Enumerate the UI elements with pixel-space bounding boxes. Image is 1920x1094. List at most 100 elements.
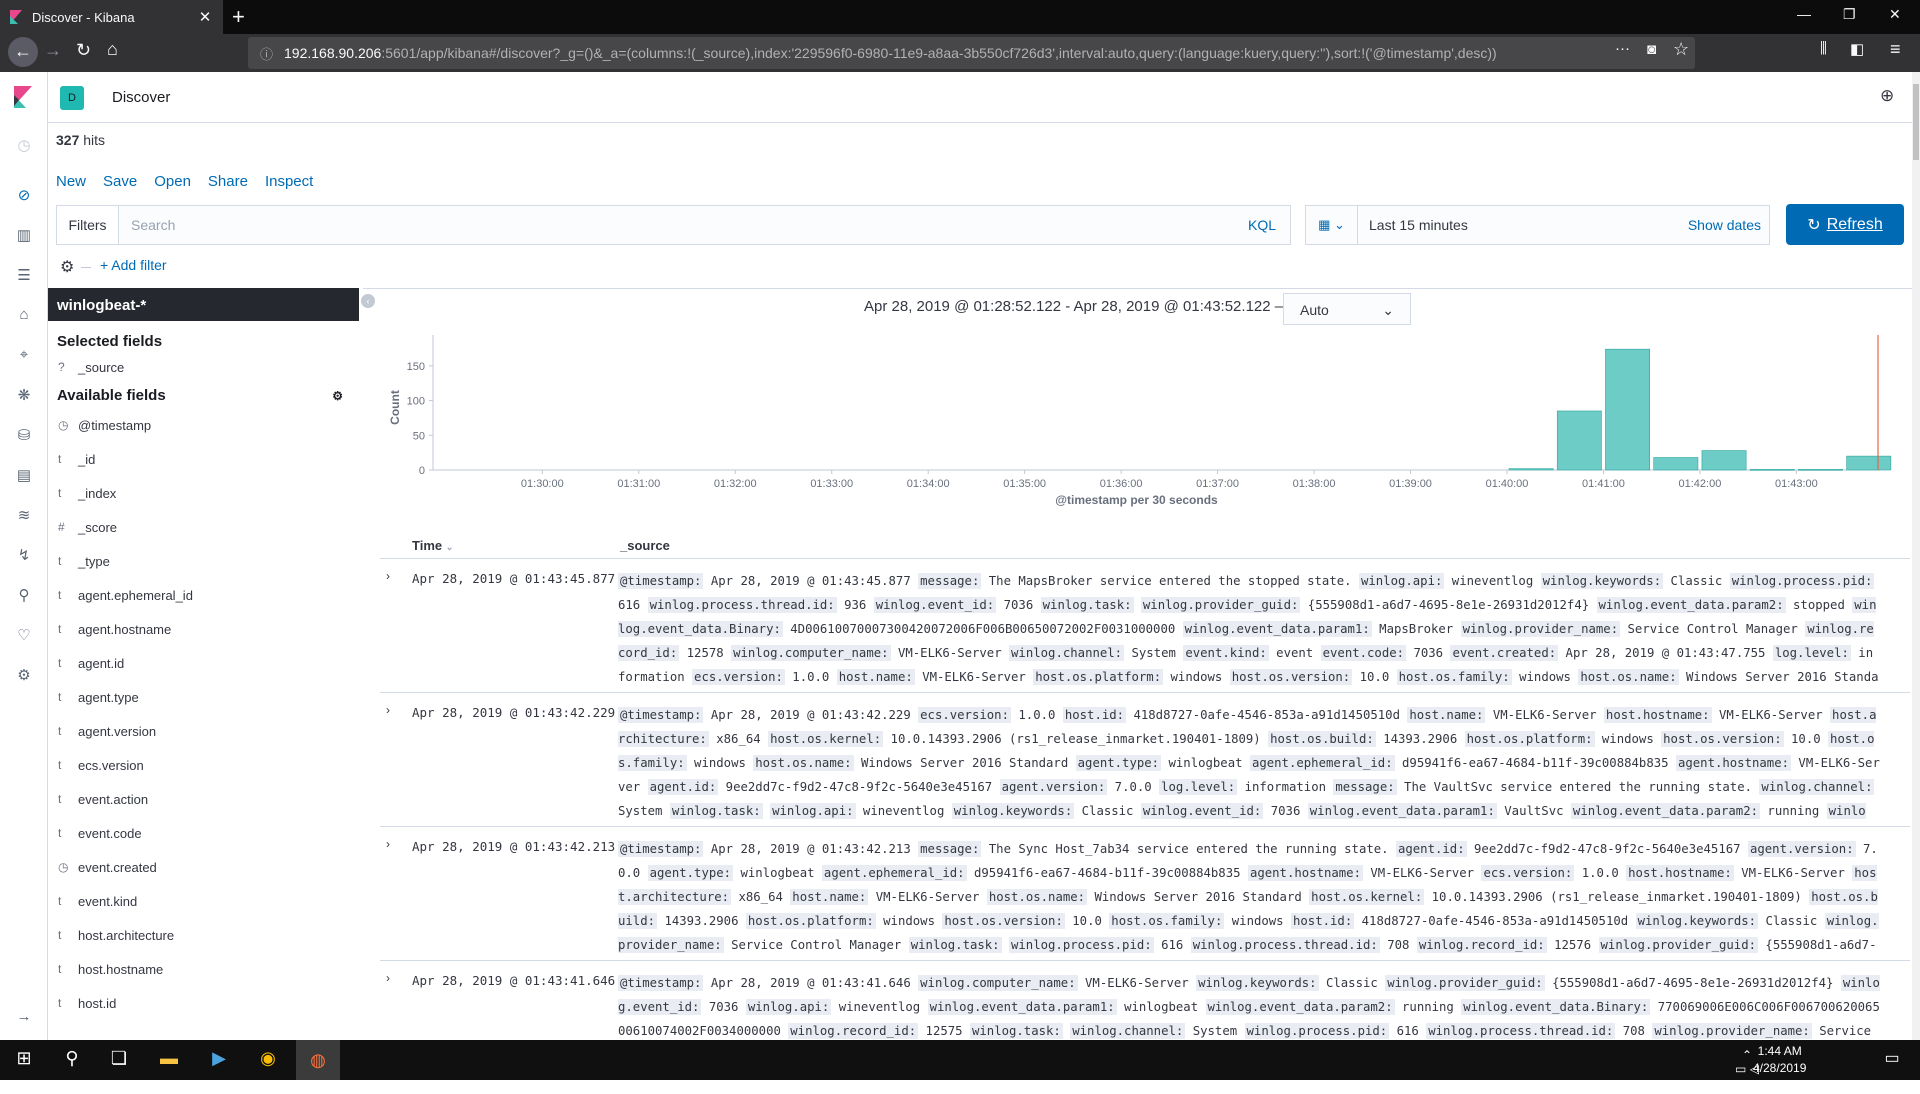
inspect-button[interactable]: Inspect	[265, 173, 313, 190]
field-item-ecs-version[interactable]: t ecs.version	[48, 748, 359, 782]
open-button[interactable]: Open	[154, 173, 191, 190]
source-field-key: winlog.provider_guid:	[1140, 597, 1301, 613]
expand-nav-icon[interactable]: →	[14, 1008, 34, 1028]
save-button[interactable]: Save	[103, 173, 137, 190]
recent-icon[interactable]: ◷	[14, 136, 34, 156]
monitoring-icon[interactable]: ♡	[14, 626, 34, 646]
site-info-icon[interactable]: ⓘ	[260, 44, 273, 63]
field-item-agent-id[interactable]: t agent.id	[48, 646, 359, 680]
canvas-icon[interactable]: ⌂	[14, 306, 34, 326]
minimize-icon[interactable]: —	[1797, 6, 1811, 22]
index-pattern-selector[interactable]: winlogbeat-*	[48, 288, 359, 321]
source-field-value: 1.0.0	[1018, 708, 1056, 722]
pocket-icon[interactable]: ◙	[1647, 41, 1656, 58]
maps-icon[interactable]: ⌖	[14, 346, 34, 366]
source-field-value: 4D00610070007300420072006F006B0065007200…	[790, 622, 1176, 636]
close-window-icon[interactable]: ✕	[1889, 6, 1901, 23]
quick-select-button[interactable]: ▦ ⌄	[1306, 206, 1358, 244]
logs-icon[interactable]: ▤	[14, 466, 34, 486]
source-field-key: winlog.event_data.param2:	[1596, 597, 1786, 613]
windows-start-icon[interactable]: ⊞	[12, 1048, 36, 1072]
management-icon[interactable]: ⚙	[14, 666, 34, 686]
kql-toggle[interactable]: KQL	[1248, 217, 1290, 233]
close-tab-icon[interactable]: ✕	[195, 8, 215, 26]
field-item-agent-type[interactable]: t agent.type	[48, 680, 359, 714]
powershell-icon[interactable]: ▶	[207, 1048, 231, 1072]
infrastructure-icon[interactable]: ⛁	[14, 426, 34, 446]
field-item-agent-ephemeral-id[interactable]: t agent.ephemeral_id	[48, 578, 359, 612]
apm-icon[interactable]: ≋	[14, 506, 34, 526]
menu-icon[interactable]: ≡	[1890, 39, 1901, 60]
browser-tab[interactable]: Discover - Kibana ✕	[0, 0, 223, 34]
uptime-icon[interactable]: ↯	[14, 546, 34, 566]
field-item-index[interactable]: t _index	[48, 476, 359, 510]
field-item-host-id[interactable]: t host.id	[48, 986, 359, 1020]
reload-icon[interactable]: ↻	[76, 40, 91, 61]
field-item-score[interactable]: # _score	[48, 510, 359, 544]
collapse-sidebar-icon[interactable]: ‹	[361, 294, 375, 308]
date-range-text[interactable]: Last 15 minutes	[1369, 217, 1468, 233]
search-icon[interactable]: ⚲	[60, 1048, 84, 1072]
expand-row-icon[interactable]: ›	[386, 703, 390, 717]
restore-icon[interactable]: ❐	[1843, 6, 1856, 23]
field-item-event-kind[interactable]: t event.kind	[48, 884, 359, 918]
bookmark-star-icon[interactable]: ☆	[1673, 39, 1689, 60]
show-dates-button[interactable]: Show dates	[1688, 217, 1761, 233]
visualize-icon[interactable]: ▥	[14, 226, 34, 246]
dev-tools-icon[interactable]: ⚲	[14, 586, 34, 606]
field-settings-gear-icon[interactable]: ⚙	[332, 384, 343, 408]
forward-icon[interactable]: →	[44, 40, 62, 61]
scrollbar-thumb[interactable]	[1913, 84, 1919, 160]
field-name: _id	[78, 451, 96, 467]
field-item-timestamp[interactable]: ◷ @timestamp	[48, 408, 359, 442]
field-item-id[interactable]: t _id	[48, 442, 359, 476]
new-button[interactable]: New	[56, 173, 86, 190]
add-filter-button[interactable]: + Add filter	[100, 257, 167, 273]
field-item-host-architecture[interactable]: t host.architecture	[48, 918, 359, 952]
refresh-button[interactable]: ↻ Refresh	[1786, 204, 1904, 245]
library-icon[interactable]: ⫼	[1820, 40, 1827, 57]
taskbar-clock[interactable]: 1:44 AM 4/28/2019	[1753, 1043, 1806, 1077]
notifications-icon[interactable]: ▭	[1880, 1048, 1904, 1072]
field-item-event-action[interactable]: t event.action	[48, 782, 359, 816]
back-icon[interactable]: ←	[8, 37, 38, 67]
field-type-icon: t	[58, 724, 62, 738]
field-item-source[interactable]: ? _source	[48, 350, 359, 384]
sidebar-toggle-icon[interactable]: ◧	[1850, 40, 1864, 58]
discover-icon[interactable]: ⊘	[14, 186, 34, 206]
sort-icon[interactable]: ⌄	[446, 542, 454, 552]
field-item-event-code[interactable]: t event.code	[48, 816, 359, 850]
page-scrollbar[interactable]	[1912, 72, 1920, 1040]
selected-fields-heading: Selected fields	[57, 333, 163, 350]
home-icon[interactable]: ⌂	[107, 39, 118, 60]
page-actions-icon[interactable]: ···	[1615, 40, 1630, 57]
space-avatar[interactable]: D	[60, 86, 84, 110]
expand-row-icon[interactable]: ›	[386, 971, 390, 985]
share-button[interactable]: Share	[208, 173, 248, 190]
help-icon[interactable]: ⊕	[1880, 86, 1894, 106]
field-item-type[interactable]: t _type	[48, 544, 359, 578]
source-field-key: winlog.task:	[908, 937, 1002, 953]
field-item-agent-version[interactable]: t agent.version	[48, 714, 359, 748]
field-item-agent-hostname[interactable]: t agent.hostname	[48, 612, 359, 646]
dashboard-icon[interactable]: ☰	[14, 266, 34, 286]
kibana-header: D Discover ⊕	[48, 72, 1912, 123]
ml-icon[interactable]: ❋	[14, 386, 34, 406]
file-explorer-icon[interactable]: ▬	[157, 1048, 181, 1072]
expand-row-icon[interactable]: ›	[386, 837, 390, 851]
new-tab-icon[interactable]: +	[232, 4, 245, 30]
firefox-icon[interactable]: ◍	[296, 1040, 340, 1080]
url-bar[interactable]: ⓘ 192.168.90.206:5601/app/kibana#/discov…	[248, 37, 1695, 69]
source-field-value: VM-ELK6-Server	[922, 670, 1026, 684]
filter-settings-gear-icon[interactable]: ⚙	[60, 257, 74, 277]
task-view-icon[interactable]: ❏	[107, 1048, 131, 1072]
expand-row-icon[interactable]: ›	[386, 569, 390, 583]
filters-button[interactable]: Filters	[57, 206, 119, 244]
time-column-header[interactable]: Time ⌄	[412, 538, 453, 553]
histogram-bar	[1749, 469, 1795, 471]
chrome-icon[interactable]: ◉	[256, 1048, 280, 1072]
field-item-host-hostname[interactable]: t host.hostname	[48, 952, 359, 986]
search-input[interactable]: Search	[119, 217, 1248, 233]
field-item-event-created[interactable]: ◷ event.created	[48, 850, 359, 884]
kibana-logo-icon[interactable]	[14, 86, 32, 108]
